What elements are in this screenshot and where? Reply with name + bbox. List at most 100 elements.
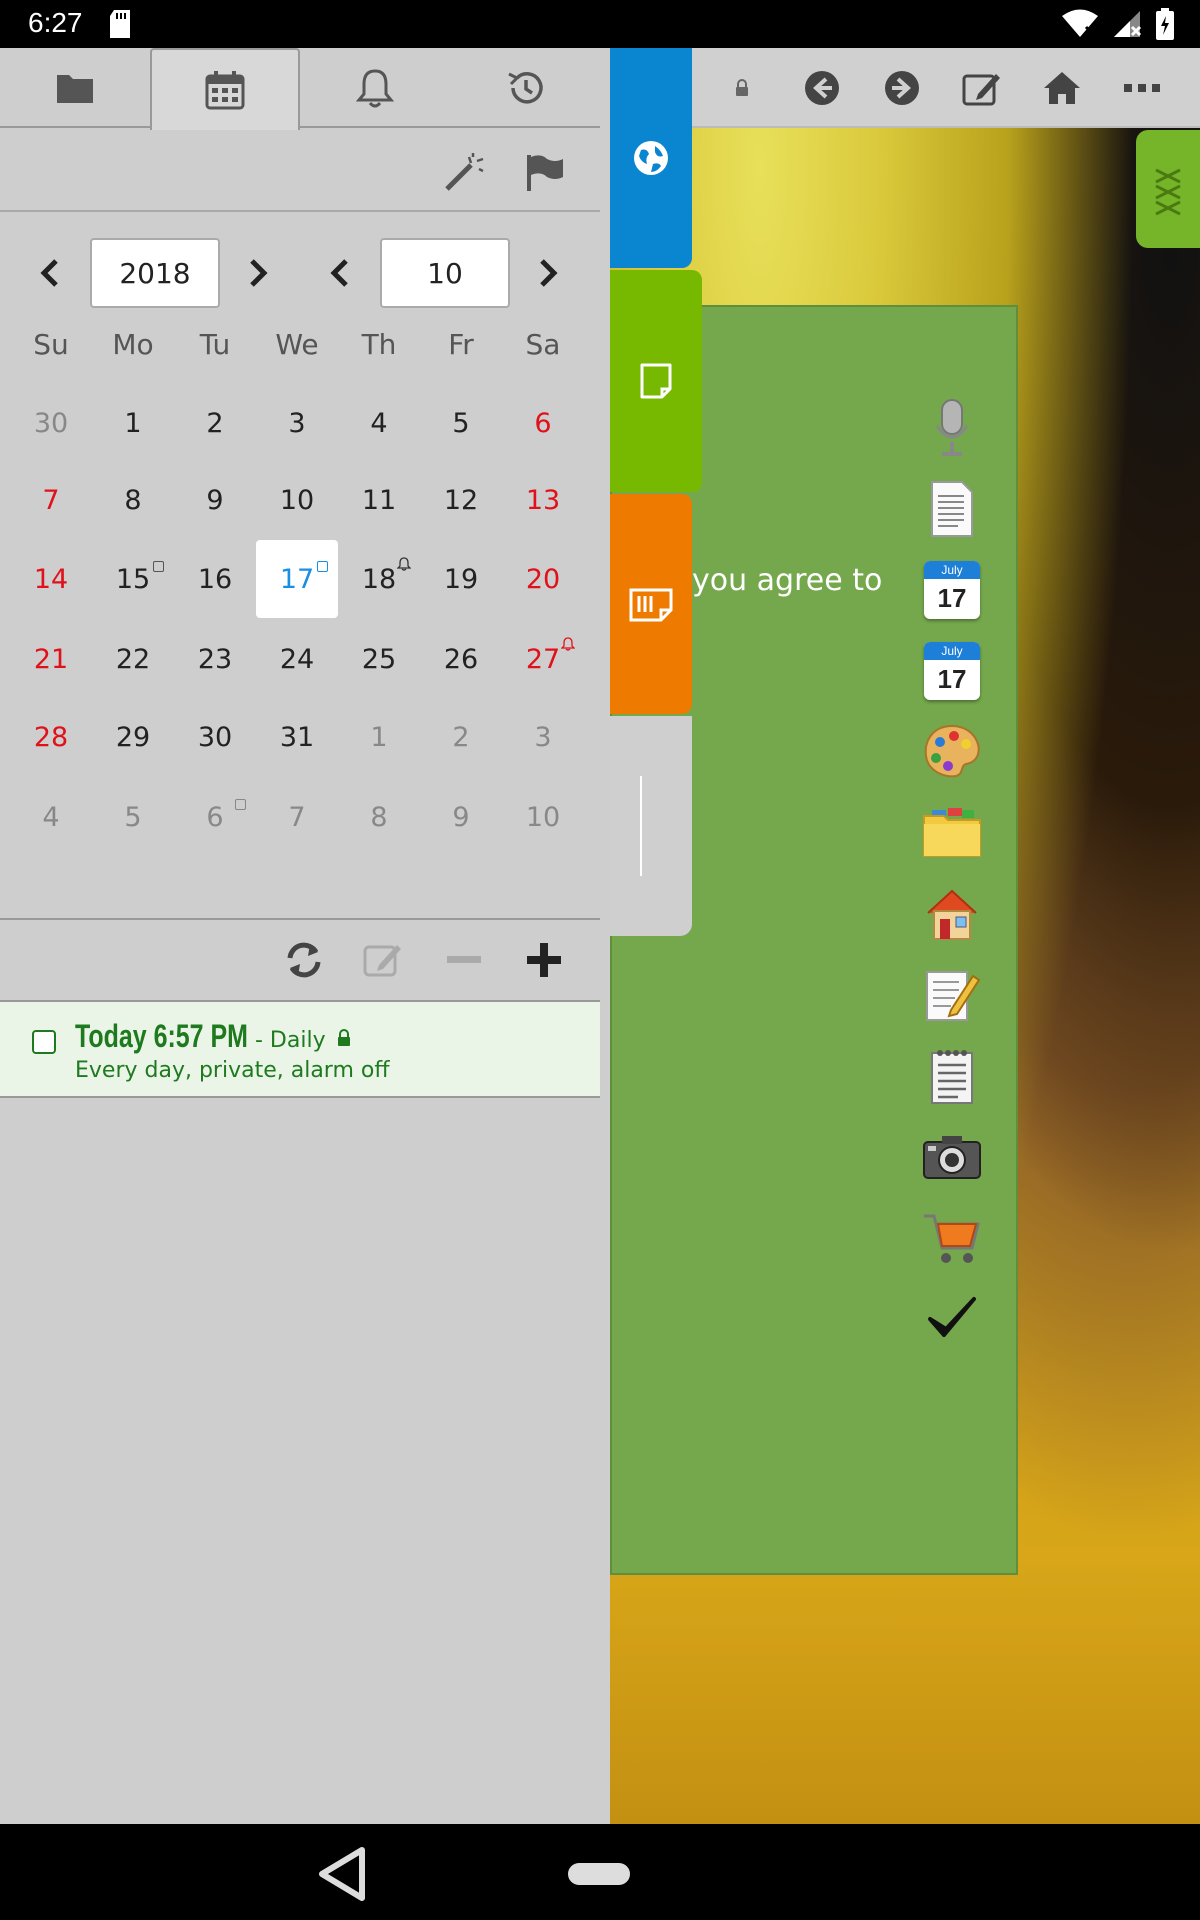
chevron-left-icon — [330, 259, 348, 287]
status-bar: 6:27 — [0, 0, 1200, 48]
add-event-button[interactable] — [520, 936, 568, 984]
calendar-tools — [0, 128, 600, 212]
forward-arrow-button[interactable] — [880, 66, 924, 110]
day-cell[interactable]: 9 — [420, 778, 502, 856]
home-app-icon[interactable] — [921, 883, 983, 945]
palette-icon[interactable] — [921, 721, 983, 783]
event-item[interactable]: Today 6:57 PM - Daily Every day, private… — [0, 1002, 600, 1098]
shopping-cart-icon[interactable] — [921, 1207, 983, 1269]
tab-reminders[interactable] — [300, 48, 450, 128]
empty-tab[interactable] — [610, 716, 692, 936]
day-cell[interactable]: 2 — [420, 698, 502, 776]
bell-marker-icon — [397, 557, 411, 571]
tab-calendar[interactable] — [150, 48, 300, 130]
day-cell[interactable]: 8 — [338, 778, 420, 856]
day-cell[interactable]: 30 — [174, 698, 256, 776]
day-cell[interactable]: 7 — [256, 778, 338, 856]
notes-tab[interactable] — [610, 270, 702, 492]
calendar-icon — [205, 71, 245, 110]
prev-month-button[interactable] — [320, 253, 360, 293]
day-cell[interactable]: 28 — [10, 698, 92, 776]
day-cell[interactable]: 1 — [92, 384, 174, 462]
day-cell[interactable]: 23 — [174, 620, 256, 698]
document-icon[interactable] — [921, 478, 983, 540]
sd-card-icon — [110, 10, 130, 38]
day-cell[interactable]: 2 — [174, 384, 256, 462]
day-cell[interactable]: 8 — [92, 461, 174, 539]
day-cell[interactable]: 19 — [420, 540, 502, 618]
day-cell-with-task[interactable]: 6 — [174, 778, 256, 856]
back-nav-button[interactable] — [316, 1846, 368, 1902]
shortcut-icon-list: July 17 July 17 — [912, 397, 992, 1369]
day-cell[interactable]: 20 — [502, 540, 584, 618]
day-cell[interactable]: 11 — [338, 461, 420, 539]
day-cell[interactable]: 9 — [174, 461, 256, 539]
day-cell[interactable]: 10 — [502, 778, 584, 856]
day-cell-with-task[interactable]: 15 — [92, 540, 174, 618]
flag-button[interactable] — [520, 148, 568, 196]
home-nav-button[interactable] — [568, 1863, 630, 1885]
refresh-button[interactable] — [280, 936, 328, 984]
note-edit-icon[interactable] — [921, 964, 983, 1026]
day-cell[interactable]: 24 — [256, 620, 338, 698]
checkmark-icon[interactable] — [921, 1288, 983, 1350]
day-cell[interactable]: 3 — [256, 384, 338, 462]
remove-event-button[interactable] — [440, 936, 488, 984]
calendar-panel: 2018 10 Su Mo Tu We Th Fr Sa 30 1 2 3 4 … — [0, 48, 610, 1824]
day-cell-today[interactable]: 17 — [256, 540, 338, 618]
task-marker-icon — [153, 561, 164, 572]
day-cell-with-reminder[interactable]: 27 — [502, 620, 584, 698]
flag-icon — [527, 155, 563, 191]
day-cell[interactable]: 31 — [256, 698, 338, 776]
day-cell[interactable]: 4 — [338, 384, 420, 462]
day-cell[interactable]: 7 — [10, 461, 92, 539]
weekday-label: Th — [361, 328, 397, 361]
tab-files[interactable] — [0, 48, 150, 128]
day-cell[interactable]: 25 — [338, 620, 420, 698]
magic-wand-button[interactable] — [440, 148, 488, 196]
next-year-button[interactable] — [238, 253, 278, 293]
day-cell[interactable]: 1 — [338, 698, 420, 776]
day-cell[interactable]: 22 — [92, 620, 174, 698]
home-button[interactable] — [1040, 66, 1084, 110]
minus-icon — [447, 956, 481, 963]
day-cell[interactable]: 26 — [420, 620, 502, 698]
wifi-icon — [1062, 9, 1098, 37]
more-menu-button[interactable] — [1120, 66, 1164, 110]
day-cell[interactable]: 21 — [10, 620, 92, 698]
prev-year-button[interactable] — [30, 253, 70, 293]
back-arrow-button[interactable] — [800, 66, 844, 110]
day-cell[interactable]: 16 — [174, 540, 256, 618]
edit-page-button[interactable] — [960, 66, 1004, 110]
day-cell[interactable]: 12 — [420, 461, 502, 539]
year-input[interactable]: 2018 — [90, 238, 220, 308]
day-cell[interactable]: 29 — [92, 698, 174, 776]
sticky-notes-tab[interactable] — [610, 494, 692, 714]
day-cell[interactable]: 13 — [502, 461, 584, 539]
day-cell-with-reminder[interactable]: 18 — [338, 540, 420, 618]
calendar-app-icon-2[interactable]: July 17 — [921, 640, 983, 702]
web-tab[interactable] — [610, 48, 692, 268]
folder-app-icon[interactable] — [921, 802, 983, 864]
next-month-button[interactable] — [528, 253, 568, 293]
day-cell[interactable]: 5 — [420, 384, 502, 462]
day-cell[interactable]: 6 — [502, 384, 584, 462]
event-checkbox[interactable] — [32, 1030, 56, 1054]
tab-history[interactable] — [450, 48, 600, 128]
calendar-app-icon[interactable]: July 17 — [921, 559, 983, 621]
microphone-icon[interactable] — [921, 397, 983, 459]
month-input[interactable]: 10 — [380, 238, 510, 308]
day-cell[interactable]: 5 — [92, 778, 174, 856]
day-cell[interactable]: 30 — [10, 384, 92, 462]
notepad-icon[interactable] — [921, 1045, 983, 1107]
collapsed-panel-tab[interactable] — [1136, 130, 1200, 248]
day-cell[interactable]: 3 — [502, 698, 584, 776]
day-cell[interactable]: 4 — [10, 778, 92, 856]
day-number: 15 — [115, 563, 151, 595]
weekday-label: Sa — [525, 328, 561, 361]
day-cell[interactable]: 14 — [10, 540, 92, 618]
lock-icon — [337, 1029, 350, 1046]
day-cell[interactable]: 10 — [256, 461, 338, 539]
camera-icon[interactable] — [921, 1126, 983, 1188]
edit-event-button[interactable] — [360, 936, 408, 984]
